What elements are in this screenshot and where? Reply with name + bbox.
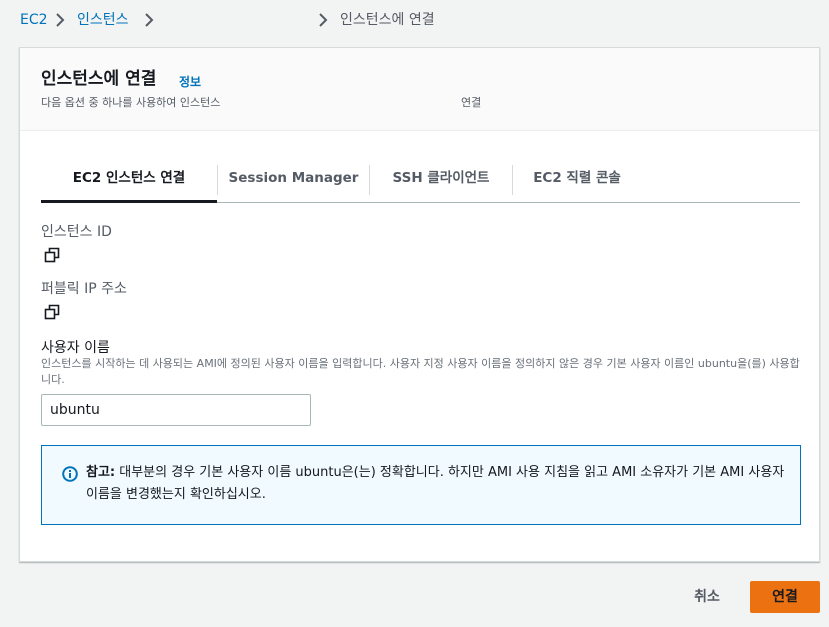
chevron-right-icon [316, 13, 330, 27]
tab-ec2-serial-console[interactable]: EC2 직렬 콘솔 [513, 155, 641, 203]
panel-title: 인스턴스에 연결 [41, 69, 157, 89]
info-circle-icon [62, 466, 78, 482]
panel-header: 인스턴스에 연결 정보 다음 옵션 중 하나를 사용하여 인스턴스 연결 [20, 48, 819, 131]
instance-id-label: 인스턴스 ID [41, 224, 112, 240]
connect-button[interactable]: 연결 [750, 581, 820, 613]
copy-icon[interactable] [44, 304, 60, 320]
alert-message: 대부분의 경우 기본 사용자 이름 ubuntu은(는) 정확합니다. 하지만 … [86, 465, 785, 502]
breadcrumb-ec2[interactable]: EC2 [20, 10, 48, 30]
info-link[interactable]: 정보 [179, 73, 201, 90]
info-alert: 참고: 대부분의 경우 기본 사용자 이름 ubuntu은(는) 정확합니다. … [41, 445, 801, 525]
username-input[interactable] [41, 394, 311, 426]
panel-description-end: 연결 [461, 96, 482, 109]
breadcrumb: EC2 인스턴스 인스턴스에 연결 [20, 10, 829, 30]
username-description: 인스턴스를 시작하는 데 사용되는 AMI에 정의된 사용자 이름을 입력합니다… [41, 357, 800, 386]
tab-ec2-instance-connect[interactable]: EC2 인스턴스 연결 [41, 155, 217, 203]
connection-method-tabs: EC2 인스턴스 연결 Session Manager SSH 클라이언트 EC… [41, 155, 800, 203]
chevron-right-icon [53, 13, 67, 27]
copy-icon[interactable] [44, 247, 60, 263]
alert-text: 참고: 대부분의 경우 기본 사용자 이름 ubuntu은(는) 정확합니다. … [86, 462, 786, 506]
chevron-right-icon [142, 13, 156, 27]
panel-description: 다음 옵션 중 하나를 사용하여 인스턴스 [41, 96, 221, 109]
public-ip-label: 퍼블릭 IP 주소 [41, 281, 127, 297]
tab-session-manager[interactable]: Session Manager [218, 155, 369, 203]
cancel-button[interactable]: 취소 [680, 583, 734, 613]
tab-ssh-client[interactable]: SSH 클라이언트 [370, 155, 512, 203]
alert-title: 참고: [86, 465, 116, 480]
username-label: 사용자 이름 [41, 340, 110, 356]
connect-instance-panel: 인스턴스에 연결 정보 다음 옵션 중 하나를 사용하여 인스턴스 연결 EC2… [19, 47, 820, 562]
breadcrumb-connect-instance: 인스턴스에 연결 [340, 12, 435, 28]
breadcrumb-instances[interactable]: 인스턴스 [77, 10, 129, 30]
